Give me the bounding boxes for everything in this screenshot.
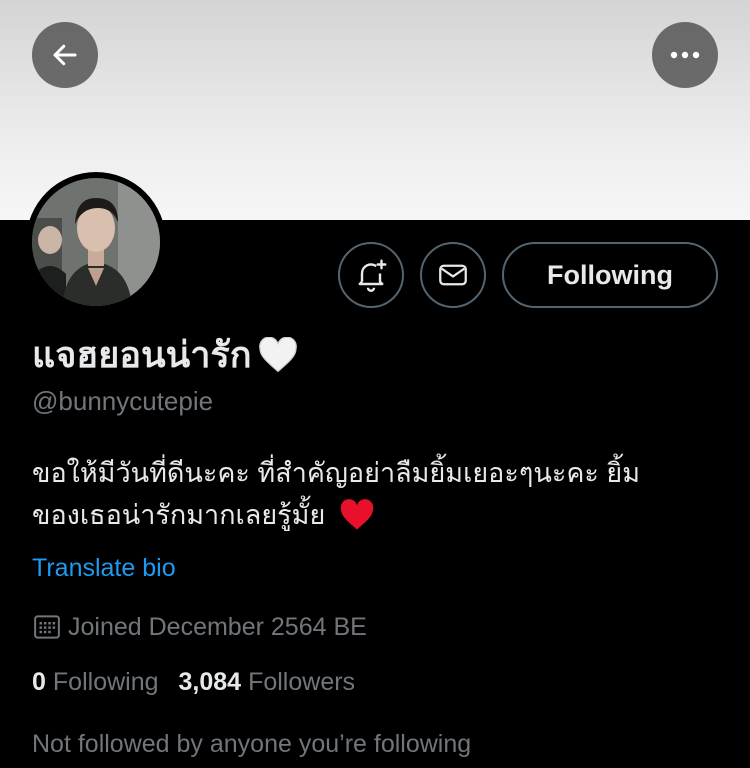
notifications-button[interactable] bbox=[338, 242, 404, 308]
followers-label: Followers bbox=[248, 668, 356, 696]
mutual-followers-note: Not followed by anyone you’re following bbox=[32, 730, 472, 758]
handle: @bunnycutepie bbox=[32, 386, 214, 416]
message-button[interactable] bbox=[420, 242, 486, 308]
followers-count: 3,084 bbox=[178, 668, 242, 696]
red-heart-icon bbox=[341, 499, 374, 530]
display-name: แจฮยอนน่ารัก bbox=[32, 334, 252, 375]
more-options-button[interactable] bbox=[652, 22, 718, 88]
joined-date: Joined December 2564 BE bbox=[32, 612, 367, 642]
more-dots-icon bbox=[670, 51, 700, 59]
back-button[interactable] bbox=[32, 22, 98, 88]
display-name-row: แจฮยอนน่ารัก bbox=[32, 326, 298, 383]
follow-stats: 0 Following 3,084 Followers bbox=[32, 668, 355, 697]
following-button[interactable]: Following bbox=[502, 242, 718, 308]
joined-label: Joined December 2564 BE bbox=[68, 612, 367, 641]
translate-bio-link[interactable]: Translate bio bbox=[32, 554, 176, 583]
bio-line: ของเธอน่ารักมากเลยรู้มั้ย bbox=[32, 500, 326, 530]
calendar-icon bbox=[34, 615, 60, 639]
following-count: 0 bbox=[32, 668, 46, 696]
avatar[interactable] bbox=[26, 172, 166, 312]
bio-line: ขอให้มีวันที่ดีนะคะ ที่สำคัญอย่าลืมยิ้มเ… bbox=[32, 458, 641, 488]
arrow-left-icon bbox=[53, 44, 77, 66]
following-count-link[interactable]: 0 Following bbox=[32, 668, 159, 697]
white-heart-icon bbox=[258, 336, 297, 372]
avatar-image bbox=[32, 178, 160, 306]
bell-plus-icon bbox=[358, 259, 387, 292]
following-label: Following bbox=[52, 668, 159, 696]
envelope-icon bbox=[439, 264, 467, 286]
followers-count-link[interactable]: 3,084 Followers bbox=[179, 668, 356, 697]
bio: ขอให้มีวันที่ดีนะคะ ที่สำคัญอย่าลืมยิ้มเ… bbox=[32, 452, 722, 536]
